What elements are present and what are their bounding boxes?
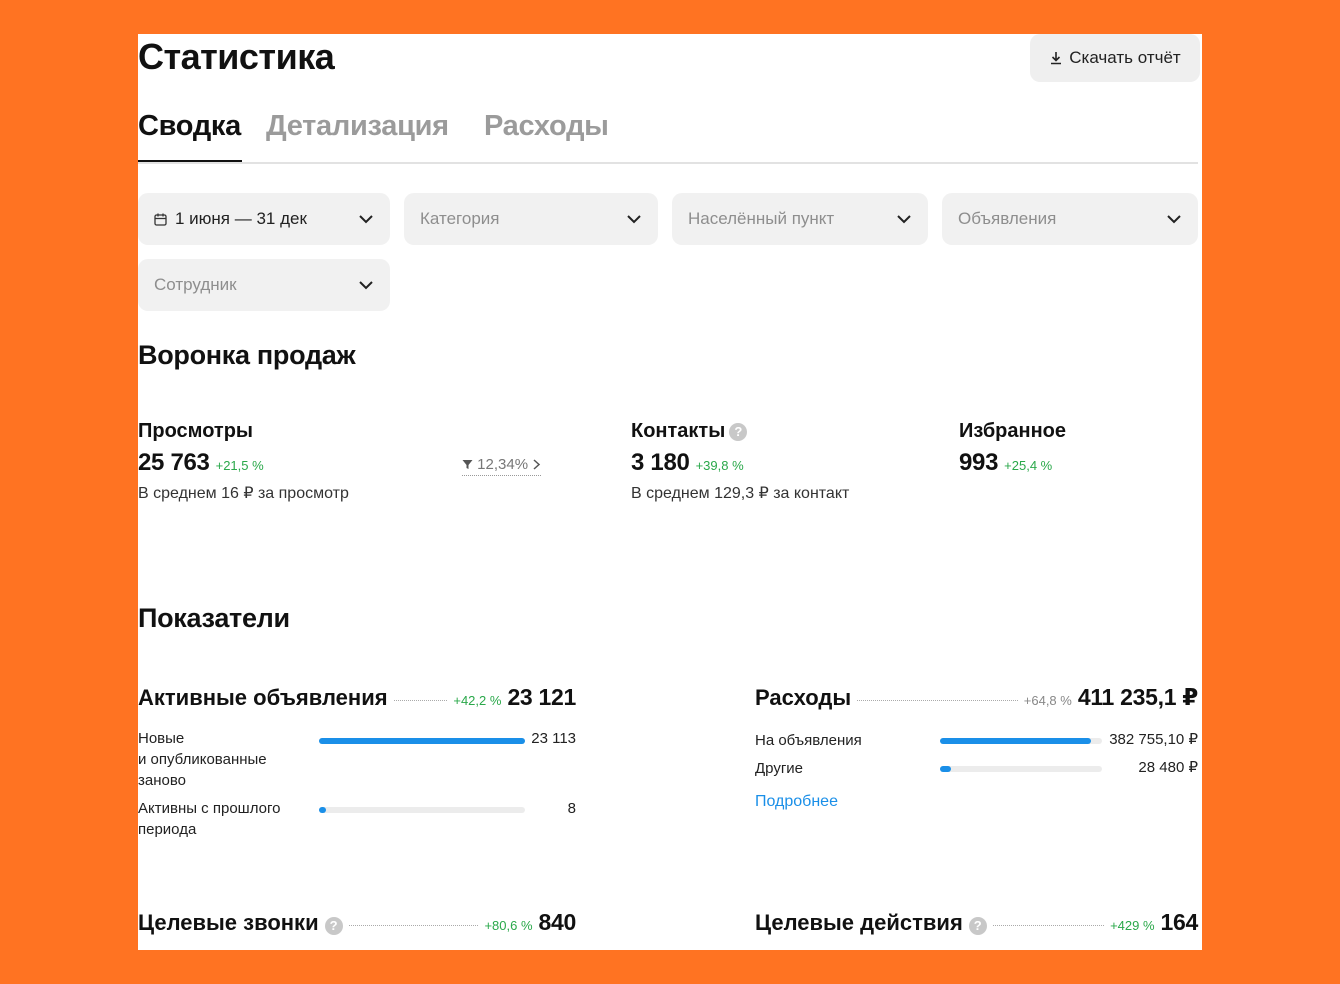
funnel-icon	[462, 460, 473, 469]
target-calls-block: Целевые звонки ? +80,6 % 840	[138, 909, 576, 936]
target-actions-delta: +429 %	[1110, 918, 1155, 933]
expenses-listings-bar	[940, 738, 1102, 744]
expenses-other-value: 28 480 ₽	[1138, 759, 1198, 776]
expenses-name: Расходы	[755, 685, 852, 710]
indicators-title: Показатели	[138, 603, 290, 633]
contacts-value: 3 180	[631, 449, 690, 476]
contacts-label: Контакты	[631, 420, 726, 442]
tab-details[interactable]: Детализация	[266, 110, 449, 143]
calendar-icon	[154, 213, 167, 226]
help-icon[interactable]: ?	[729, 423, 748, 441]
tab-summary[interactable]: Сводка	[138, 110, 241, 143]
contacts-delta: +39,8 %	[695, 458, 744, 473]
chevron-down-icon	[897, 215, 911, 224]
new-listings-label: Новые и опубликованные заново	[138, 730, 267, 789]
favorites-label: Избранное	[959, 420, 1067, 442]
category-filter-placeholder: Категория	[420, 209, 500, 228]
help-icon[interactable]: ?	[968, 917, 987, 935]
period-filter-value: 1 июня — 31 дек	[175, 209, 307, 228]
views-conversion[interactable]: 12,34%	[462, 456, 542, 476]
favorites-value: 993	[959, 449, 999, 476]
chevron-down-icon	[359, 281, 373, 290]
download-report-button[interactable]: Скачать отчёт	[1030, 34, 1200, 82]
chevron-down-icon	[627, 215, 641, 224]
period-filter[interactable]: 1 июня — 31 дек	[138, 193, 390, 245]
download-report-label: Скачать отчёт	[1069, 48, 1181, 67]
expenses-other-label: Другие	[755, 760, 804, 777]
new-listings-value: 23 113	[531, 730, 576, 747]
conversion-value: 12,34%	[477, 456, 529, 473]
previous-period-value: 8	[567, 800, 576, 817]
category-filter[interactable]: Категория	[404, 193, 658, 245]
target-calls-name: Целевые звонки	[138, 910, 319, 935]
tab-expenses[interactable]: Расходы	[484, 110, 609, 143]
active-listings-name: Активные объявления	[138, 685, 388, 710]
target-actions-value: 164	[1160, 909, 1199, 935]
tab-bar: Сводка Детализация Расходы	[138, 110, 1202, 164]
views-metric: Просмотры 25 763 +21,5 % В среднем 16 ₽ з…	[138, 420, 349, 503]
active-listings-value: 23 121	[507, 684, 576, 710]
locality-filter[interactable]: Населённый пункт	[672, 193, 928, 245]
contacts-metric: Контакты? 3 180 +39,8 % В среднем 129,3 ₽…	[631, 420, 849, 503]
chevron-down-icon	[1167, 215, 1181, 224]
favorites-metric: Избранное 993 +25,4 %	[959, 420, 1066, 477]
target-calls-delta: +80,6 %	[484, 918, 533, 933]
expenses-value: 411 235,1 ₽	[1077, 684, 1198, 710]
new-listings-bar	[319, 738, 525, 744]
views-label: Просмотры	[138, 420, 254, 442]
views-value: 25 763	[138, 449, 210, 476]
expenses-listings-value: 382 755,10 ₽	[1109, 731, 1198, 748]
views-delta: +21,5 %	[215, 458, 264, 473]
target-calls-value: 840	[538, 909, 577, 935]
target-actions-name: Целевые действия	[755, 910, 963, 935]
target-actions-block: Целевые действия ? +429 % 164	[755, 909, 1198, 936]
chevron-down-icon	[359, 215, 373, 224]
favorites-delta: +25,4 %	[1004, 458, 1053, 473]
page-title: Статистика	[138, 36, 335, 77]
contacts-note: В среднем 129,3 ₽ за контакт	[631, 485, 850, 502]
download-icon	[1051, 52, 1062, 65]
employee-filter-placeholder: Сотрудник	[154, 275, 237, 294]
active-listings-delta: +42,2 %	[453, 693, 502, 708]
previous-period-label: Активны с прошлого периода	[138, 800, 281, 838]
expenses-other-bar	[940, 766, 1102, 772]
locality-filter-placeholder: Населённый пункт	[688, 209, 835, 228]
statistics-card: Статистика Скачать отчёт Сводка Детализа…	[138, 34, 1202, 950]
tabs-divider	[138, 162, 1198, 164]
listings-filter[interactable]: Объявления	[942, 193, 1198, 245]
expenses-listings-label: На объявления	[755, 732, 862, 749]
listings-filter-placeholder: Объявления	[958, 209, 1057, 228]
employee-filter[interactable]: Сотрудник	[138, 259, 390, 311]
funnel-title: Воронка продаж	[138, 340, 356, 370]
expenses-delta: +64,8 %	[1023, 693, 1072, 708]
previous-period-bar	[319, 807, 525, 813]
help-icon[interactable]: ?	[324, 917, 343, 935]
expenses-block: Расходы +64,8 % 411 235,1 ₽	[755, 684, 1198, 711]
chevron-right-icon	[533, 459, 541, 470]
views-note: В среднем 16 ₽ за просмотр	[138, 485, 349, 502]
expenses-more-link[interactable]: Подробнее	[755, 793, 838, 811]
active-listings-block: Активные объявления +42,2 % 23 121	[138, 684, 576, 711]
